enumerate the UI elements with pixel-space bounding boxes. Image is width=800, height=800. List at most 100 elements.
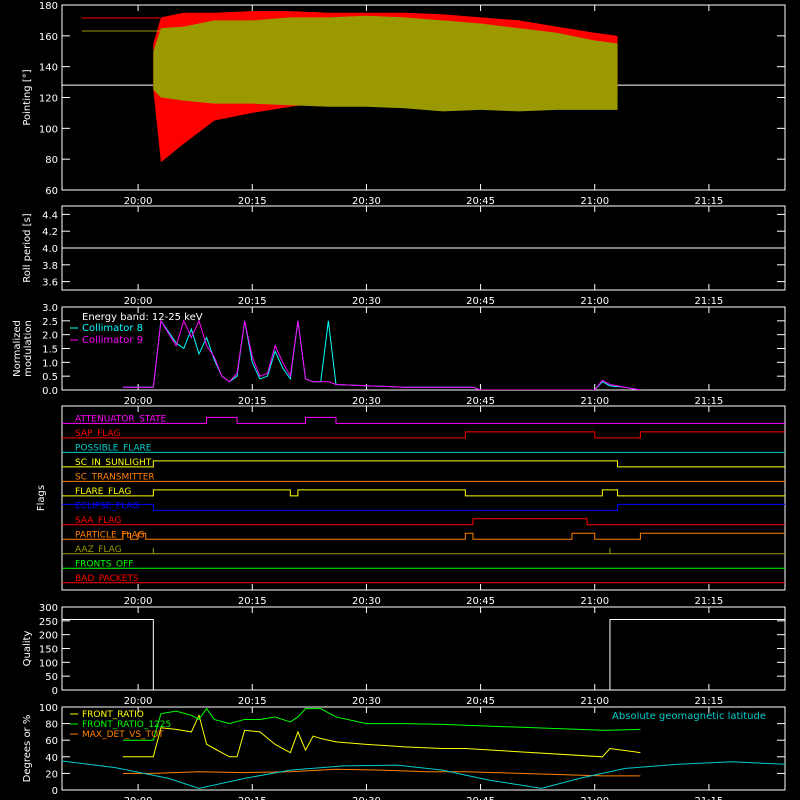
legend-label-ratio: FRONT_RATIO xyxy=(82,710,144,720)
legend-label-collimator: Collimator 9 xyxy=(82,335,143,346)
panel-ratios: 20:00 20:15 20:30 20:45 21:00 21:15 0 20 40 60 80 1… xyxy=(22,703,786,800)
y-tick-label: 0.5 xyxy=(42,372,58,383)
flag-label-particle-flag: PARTICLE_FLAG xyxy=(75,530,145,540)
x-tick-label: 21:00 xyxy=(580,596,609,607)
series-line-front-ratio-1225 xyxy=(122,707,641,741)
y-tick-label: 20 xyxy=(45,769,58,780)
panel-flags: 20:00 20:15 20:30 20:45 21:00 21:15 Flags ATTEN… xyxy=(36,405,786,607)
x-tick-label: 20:15 xyxy=(238,596,267,607)
y-tick-label: 250 xyxy=(39,617,58,628)
x-tick-label: 20:45 xyxy=(466,696,495,707)
x-tick-label: 21:15 xyxy=(694,796,723,800)
y-tick-label: 4.0 xyxy=(42,244,58,255)
legend-label-ratio: FRONT_RATIO_1225 xyxy=(82,720,171,730)
x-tick-label: 20:45 xyxy=(466,596,495,607)
x-tick-label: 20:00 xyxy=(124,696,153,707)
x-tick-label: 21:00 xyxy=(580,796,609,800)
y-tick-label: 140 xyxy=(39,63,58,74)
flag-label-attenuator-state: ATTENUATOR_STATE xyxy=(75,414,167,424)
series-line-max-det-vs-tot xyxy=(122,768,641,777)
flag-trace-sc-in-sunlight xyxy=(62,460,785,468)
y-tick-label: 120 xyxy=(39,94,58,105)
y-axis-label: modulation xyxy=(23,320,34,377)
flag-trace-attenuator-state xyxy=(62,416,785,424)
flag-label-flare-flag: FLARE_FLAG xyxy=(75,487,131,497)
y-axis-label: Normalized xyxy=(12,320,23,377)
y-tick-label: 60 xyxy=(45,736,58,747)
y-tick-label: 80 xyxy=(45,155,58,166)
y-tick-label: 1.0 xyxy=(42,358,58,369)
series-line-4-0 xyxy=(62,618,785,690)
flag-label-eclipse-flag: ECLIPSE_FLAG xyxy=(75,501,139,511)
flag-label-aaz-flag: AAZ_FLAG xyxy=(75,545,122,555)
x-tick-label: 20:00 xyxy=(124,196,153,207)
y-tick-label: 200 xyxy=(39,631,58,642)
y-tick-label: 160 xyxy=(39,32,58,43)
x-tick-label: 21:00 xyxy=(580,696,609,707)
y-tick-label: 40 xyxy=(45,753,58,764)
y-tick-label: 100 xyxy=(39,658,58,669)
y-tick-label: 150 xyxy=(39,645,58,656)
x-tick-label: 20:00 xyxy=(124,796,153,800)
panel-quality: 20:00 20:15 20:30 20:45 21:00 21:15 0 50 100 150 2… xyxy=(22,603,786,707)
panel-pointing: 20:00 20:15 20:30 20:45 21:00 21:15 60 80 100 120… xyxy=(22,1,786,207)
y-tick-label: 3.8 xyxy=(42,261,58,272)
flag-label-fronts-off: FRONTS_OFF xyxy=(75,559,133,569)
legend-label-x: X xyxy=(170,14,177,25)
annotation-geomagnetic-latitude: Absolute geomagnetic latitude xyxy=(612,711,766,722)
x-tick-label: 21:15 xyxy=(694,296,723,307)
y-tick-label: 3.6 xyxy=(42,278,58,289)
x-tick-label: 21:00 xyxy=(580,396,609,407)
x-tick-label: 20:45 xyxy=(466,796,495,800)
flag-label-sc-transmitter: SC_TRANSMITTER xyxy=(75,472,155,482)
legend-label-collimator: Collimator 8 xyxy=(82,323,143,334)
series-line-collimator-9 xyxy=(122,319,641,390)
x-tick-label: 21:15 xyxy=(694,596,723,607)
y-axis-label: Roll period [s] xyxy=(22,213,33,282)
x-tick-label: 20:15 xyxy=(238,296,267,307)
y-tick-label: 100 xyxy=(39,703,58,714)
x-tick-label: 20:15 xyxy=(238,196,267,207)
x-tick-label: 20:15 xyxy=(238,696,267,707)
flag-trace-aaz-flag xyxy=(62,547,785,555)
x-tick-label: 20:30 xyxy=(352,596,381,607)
flag-trace-sap-flag xyxy=(62,431,785,439)
y-tick-label: 4.4 xyxy=(42,210,58,221)
flag-label-possible-flare: POSSIBLE_FLARE xyxy=(75,443,152,453)
y-tick-label: 0 xyxy=(52,786,58,797)
x-tick-label: 20:30 xyxy=(352,796,381,800)
y-tick-label: 3.0 xyxy=(42,303,58,314)
panel-frame xyxy=(61,405,786,591)
series-line-collimator-8 xyxy=(122,319,641,390)
flag-trace-saa-flag xyxy=(62,518,785,526)
flag-trace-eclipse-flag xyxy=(62,503,785,511)
y-tick-label: 60 xyxy=(45,186,58,197)
panel-modulation: 20:00 20:15 20:30 20:45 21:00 21:15 0.0 0.5 1.0 1… xyxy=(12,303,786,407)
flag-trace-particle-flag xyxy=(62,532,785,540)
x-tick-label: 20:30 xyxy=(352,396,381,407)
x-tick-label: 21:15 xyxy=(694,696,723,707)
y-tick-label: 0.0 xyxy=(42,386,58,397)
series-line-5-3 xyxy=(62,760,785,789)
y-axis-label: Pointing [°] xyxy=(22,69,33,125)
x-tick-label: 20:45 xyxy=(466,296,495,307)
y-tick-label: 300 xyxy=(39,603,58,614)
y-tick-label: 2.5 xyxy=(42,317,58,328)
y-tick-label: 100 xyxy=(39,124,58,135)
x-tick-label: 20:00 xyxy=(124,596,153,607)
y-tick-label: 50 xyxy=(45,672,58,683)
y-tick-label: 1.5 xyxy=(42,345,58,356)
flag-label-sc-in-sunlight: SC_IN_SUNLIGHT xyxy=(75,458,152,468)
x-tick-label: 21:00 xyxy=(580,296,609,307)
x-tick-label: 21:15 xyxy=(694,396,723,407)
legend-label-ratio: MAX_DET_VS_TOT xyxy=(82,730,164,740)
x-tick-label: 20:15 xyxy=(238,396,267,407)
x-tick-label: 20:15 xyxy=(238,796,267,800)
legend-label-y: Y xyxy=(169,27,177,38)
y-axis-label: Quality xyxy=(22,631,33,667)
legend-energy-band: Energy band: 12-25 keV xyxy=(82,312,203,323)
y-axis-label: Flags xyxy=(36,485,47,511)
y-tick-label: 80 xyxy=(45,720,58,731)
x-tick-label: 21:15 xyxy=(694,196,723,207)
x-tick-label: 20:30 xyxy=(352,296,381,307)
